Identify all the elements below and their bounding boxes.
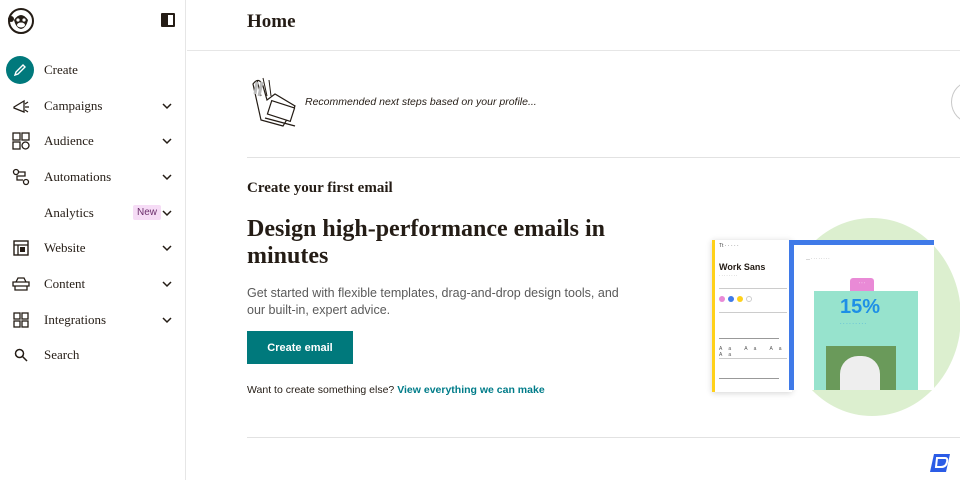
divider	[719, 288, 787, 289]
font-size-options: Aa Aa Aa Aa	[719, 346, 788, 358]
sidebar-item-label: Campaigns	[44, 97, 103, 113]
sidebar: Create Campaigns Audience Automations An…	[0, 0, 186, 480]
sidebar-item-label: Analytics	[44, 204, 94, 220]
divider	[247, 437, 960, 438]
slider-track	[719, 378, 779, 379]
brand-badge-icon	[930, 454, 950, 472]
sidebar-item-label: Content	[44, 275, 86, 291]
chevron-down-icon[interactable]	[161, 278, 173, 290]
sidebar-item-audience[interactable]: Audience	[0, 123, 186, 159]
sidebar-item-content[interactable]: Content	[0, 266, 186, 302]
sidebar-item-website[interactable]: Website	[0, 230, 186, 266]
color-swatches	[719, 296, 752, 302]
view-everything-link[interactable]: View everything we can make	[397, 384, 544, 396]
recommendations-text: Recommended next steps based on your pro…	[305, 96, 537, 108]
hero-heading: Design high-performance emails in minute…	[247, 216, 605, 269]
integrations-icon	[11, 310, 31, 330]
person-image	[840, 356, 880, 390]
discount-text: 15%	[840, 296, 881, 318]
panel-header: Tt · · · · ·	[719, 243, 739, 249]
content-icon	[11, 274, 31, 294]
pencil-icon	[6, 55, 34, 84]
sidebar-item-label: Automations	[44, 168, 112, 184]
panel-subtext: · · · · · · · ·	[719, 273, 738, 278]
chevron-down-icon[interactable]	[161, 207, 173, 219]
more-prompt: Want to create something else?	[247, 384, 395, 396]
sidebar-item-label: Audience	[44, 133, 94, 149]
page-title: Home	[247, 11, 296, 32]
email-editor-illustration: Tt · · · · · Work Sans · · · · · · · · A…	[708, 218, 960, 418]
style-editor-panel: Tt · · · · · Work Sans · · · · · · · · A…	[712, 240, 792, 392]
sidebar-item-automations[interactable]: Automations	[0, 159, 186, 195]
discount-subtext: · · · · · · · · ·	[840, 321, 867, 327]
freddie-chimp-logo[interactable]	[6, 6, 36, 36]
sidebar-item-label: Integrations	[44, 311, 107, 327]
sidebar-item-create[interactable]: Create	[0, 52, 186, 88]
progress-ring[interactable]	[951, 81, 960, 123]
chevron-down-icon[interactable]	[161, 314, 173, 326]
divider	[719, 358, 787, 359]
sidebar-toggle-icon[interactable]	[161, 13, 175, 27]
more-options-text: Want to create something else? View ever…	[247, 384, 545, 396]
megaphone-icon	[11, 96, 31, 116]
sidebar-item-label: Website	[44, 240, 86, 256]
new-badge: New	[133, 204, 162, 220]
chevron-down-icon[interactable]	[161, 171, 173, 183]
sidebar-item-integrations[interactable]: Integrations	[0, 302, 186, 338]
sidebar-item-label: Search	[44, 347, 80, 363]
create-email-button[interactable]: Create email	[247, 331, 353, 364]
hero-description: Get started with flexible templates, dra…	[247, 286, 619, 317]
section-title: Create your first email	[247, 180, 393, 196]
search-icon	[11, 345, 31, 365]
chevron-down-icon[interactable]	[161, 100, 173, 112]
sidebar-item-label: Create	[44, 61, 78, 77]
email-header-lines: — · · · · · · · ·	[806, 256, 830, 261]
chevron-down-icon[interactable]	[161, 135, 173, 147]
website-icon	[11, 238, 31, 258]
sidebar-item-search[interactable]: Search	[0, 338, 186, 374]
automations-icon	[11, 167, 31, 187]
audience-icon	[11, 131, 31, 151]
chevron-down-icon[interactable]	[161, 242, 173, 254]
sidebar-item-campaigns[interactable]: Campaigns	[0, 88, 186, 124]
hand-with-laptop-icon	[252, 77, 296, 127]
slider-track	[719, 338, 779, 339]
divider	[719, 312, 787, 313]
font-name: Work Sans	[719, 262, 766, 272]
sidebar-item-analytics[interactable]: Analytics New	[0, 195, 186, 231]
recommendations-banner: Recommended next steps based on your pro…	[247, 74, 960, 158]
sidebar-nav: Create Campaigns Audience Automations An…	[0, 52, 186, 373]
top-bar: Home	[187, 0, 960, 51]
